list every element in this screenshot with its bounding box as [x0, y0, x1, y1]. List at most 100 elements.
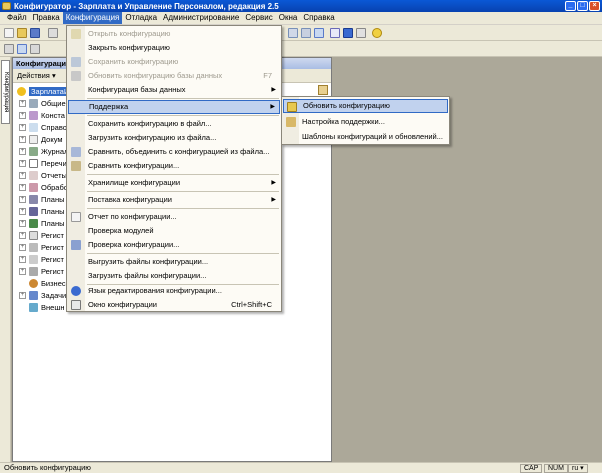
open-folder-icon[interactable] — [17, 28, 27, 38]
menu-save-to-file[interactable]: Сохранить конфигурацию в файл... — [68, 117, 280, 131]
toolbar-item-icon[interactable] — [4, 44, 14, 54]
help-search-icon[interactable] — [343, 28, 353, 38]
expand-icon[interactable]: + — [19, 111, 26, 119]
tree-item[interactable]: + Регист — [19, 265, 64, 277]
menu-repository[interactable]: Хранилище конфигурации ▶ — [68, 176, 280, 190]
menu-windows[interactable]: Окна — [276, 12, 301, 24]
find-icon[interactable] — [330, 28, 340, 38]
tree-item[interactable]: + Конста — [19, 109, 65, 121]
menu-compare-configs[interactable]: Сравнить конфигурации... — [68, 159, 280, 173]
language-indicator[interactable]: ru ▾ — [568, 464, 588, 473]
menu-administration[interactable]: Администрирование — [160, 12, 242, 24]
menu-debug[interactable]: Отладка — [122, 12, 160, 24]
menu-save-config[interactable]: Сохранить конфигурацию — [68, 55, 280, 69]
menu-open-config[interactable]: Открыть конфигурацию — [68, 27, 280, 41]
menu-compare-merge[interactable]: Сравнить, объединить с конфигурацией из … — [68, 145, 280, 159]
expand-icon[interactable]: + — [19, 159, 26, 167]
tree-item[interactable]: + Справо — [19, 121, 67, 133]
menu-config-report[interactable]: Отчет по конфигурации... — [68, 210, 280, 224]
reports-icon — [29, 170, 38, 180]
menu-close-config[interactable]: Закрыть конфигурацию — [68, 41, 280, 55]
tree-item[interactable]: + Журнал — [19, 145, 68, 157]
expand-icon[interactable]: + — [19, 267, 26, 275]
catalogs-icon — [29, 122, 38, 132]
expand-icon[interactable]: + — [19, 99, 26, 107]
tree-item[interactable]: + Задачи — [19, 289, 66, 301]
expand-icon[interactable]: + — [19, 135, 26, 143]
menu-update-db[interactable]: Обновить конфигурацию базы данных F7 — [68, 69, 280, 83]
submenu-support-settings[interactable]: Настройка поддержки... — [283, 115, 448, 129]
new-document-icon[interactable] — [4, 28, 14, 38]
constants-icon — [29, 110, 38, 120]
check-icon — [71, 240, 81, 250]
menu-check-modules[interactable]: Проверка модулей — [68, 224, 280, 238]
expand-icon[interactable]: + — [19, 207, 26, 215]
registers-icon — [29, 266, 38, 276]
tree-item[interactable]: Внешн — [19, 301, 64, 313]
status-text: Обновить конфигурацию — [4, 463, 91, 472]
menu-help[interactable]: Справка — [300, 12, 337, 24]
menu-edit[interactable]: Правка — [30, 12, 63, 24]
expand-icon[interactable]: + — [19, 171, 26, 179]
menu-load-from-file[interactable]: Загрузить конфигурацию из файла... — [68, 131, 280, 145]
minimize-button[interactable]: _ — [565, 1, 576, 11]
expand-icon[interactable]: + — [19, 255, 26, 263]
menu-db-configuration[interactable]: Конфигурация базы данных ▶ — [68, 83, 280, 97]
config-side-tab[interactable]: Конфигурация — [1, 60, 10, 124]
tree-root[interactable]: ЗарплатаИ — [17, 85, 72, 97]
expand-icon[interactable]: + — [19, 219, 26, 227]
registers-icon — [29, 254, 38, 264]
expand-icon[interactable]: + — [19, 123, 26, 131]
save-icon[interactable] — [30, 28, 40, 38]
tree-item[interactable]: + Общие — [19, 97, 66, 109]
submenu-templates[interactable]: Шаблоны конфигураций и обновлений... — [283, 130, 448, 144]
menu-edit-language[interactable]: Язык редактирования конфигурации... — [68, 284, 280, 298]
expand-icon[interactable]: + — [19, 147, 26, 155]
tool-c-icon[interactable] — [314, 28, 324, 38]
expand-icon[interactable]: + — [19, 291, 26, 299]
tasks-icon — [29, 290, 38, 300]
menu-delivery[interactable]: Поставка конфигурации ▶ — [68, 193, 280, 207]
menu-check-config[interactable]: Проверка конфигурации... — [68, 238, 280, 252]
tree-item[interactable]: + Отчеты — [19, 169, 67, 181]
toolbar-item-2-icon[interactable] — [17, 44, 27, 54]
menu-export-files[interactable]: Выгрузить файлы конфигурации... — [68, 255, 280, 269]
num-indicator: NUM — [544, 464, 568, 473]
menu-service[interactable]: Сервис — [242, 12, 275, 24]
tree-item[interactable]: + Планы — [19, 217, 64, 229]
expand-icon[interactable]: + — [19, 195, 26, 203]
expand-icon[interactable]: + — [19, 243, 26, 251]
menu-support[interactable]: Поддержка ▶ — [68, 100, 280, 114]
menu-config-window[interactable]: Окно конфигурации Ctrl+Shift+C — [68, 298, 280, 312]
submenu-update-config[interactable]: Обновить конфигурацию — [283, 99, 448, 113]
menu-file[interactable]: Файл — [4, 12, 30, 24]
menu-import-files[interactable]: Загрузить файлы конфигурации... — [68, 269, 280, 283]
journals-icon — [29, 146, 38, 156]
maximize-button[interactable]: □ — [577, 1, 588, 11]
tool-b-icon[interactable] — [301, 28, 311, 38]
tree-item[interactable]: + Регист — [19, 229, 64, 241]
support-settings-icon — [286, 117, 296, 127]
support-submenu: Обновить конфигурацию Настройка поддержк… — [281, 96, 450, 145]
tree-item[interactable]: + Планы — [19, 205, 64, 217]
caps-indicator: CAP — [520, 464, 543, 473]
menu-configuration[interactable]: Конфигурация — [62, 12, 123, 24]
close-window-button[interactable]: × — [589, 1, 600, 11]
tree-item[interactable]: + Перечи — [19, 157, 67, 169]
tool-a-icon[interactable] — [288, 28, 298, 38]
tree-item[interactable]: + Регист — [19, 253, 64, 265]
status-bar: Обновить конфигурацию CAP NUM ru ▾ — [0, 462, 602, 473]
tool-d-icon[interactable] — [356, 28, 366, 38]
tree-item[interactable]: + Обрабо — [19, 181, 68, 193]
info-icon[interactable] — [372, 28, 382, 38]
toolbar-item-3-icon[interactable] — [30, 44, 40, 54]
expand-icon[interactable]: + — [19, 231, 26, 239]
title-bar: Конфигуратор - Зарплата и Управление Пер… — [0, 0, 602, 12]
tree-settings-icon[interactable] — [318, 85, 328, 95]
expand-icon[interactable]: + — [19, 183, 26, 191]
tree-item[interactable]: + Докум — [19, 133, 63, 145]
cut-icon[interactable] — [48, 28, 58, 38]
tree-item[interactable]: + Регист — [19, 241, 64, 253]
tree-item[interactable]: + Планы — [19, 193, 64, 205]
tree-item[interactable]: Бизнес — [19, 277, 66, 289]
